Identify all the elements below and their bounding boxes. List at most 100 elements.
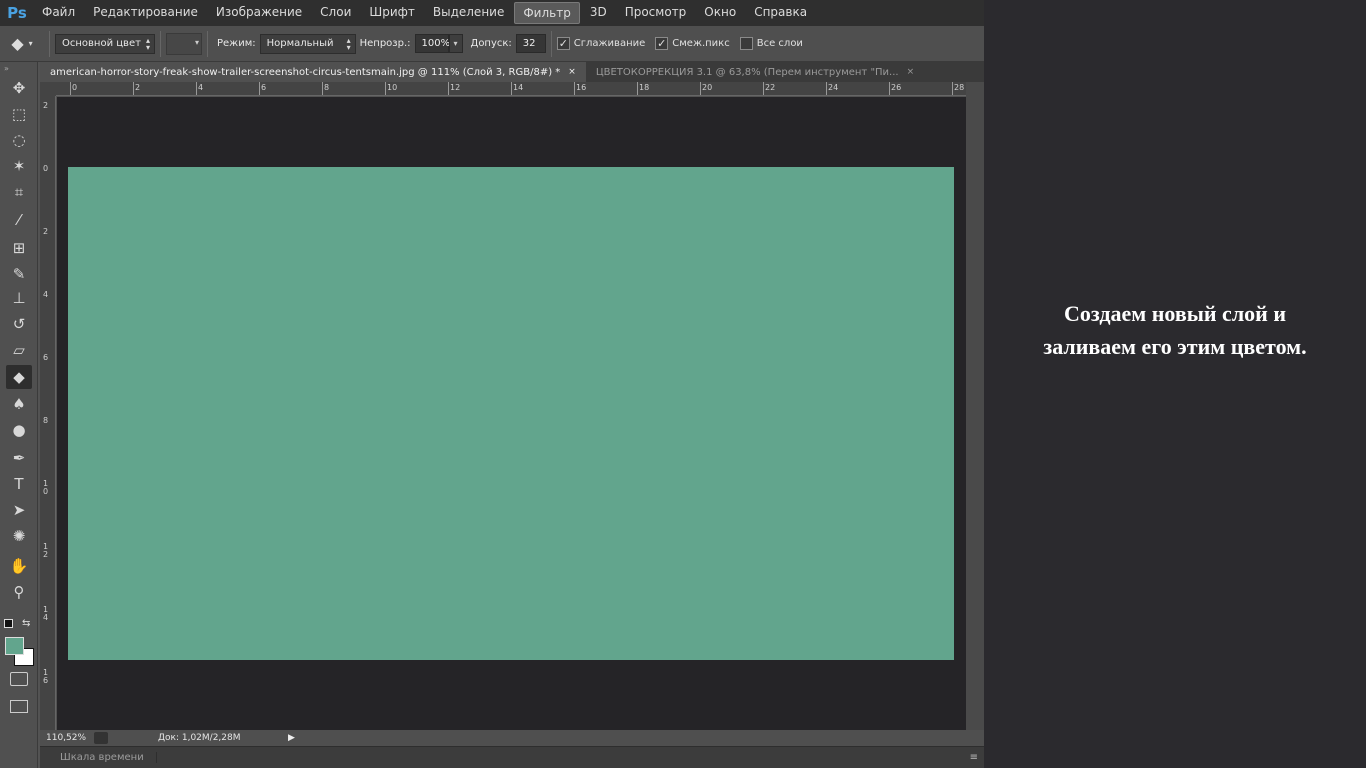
panel-menu-icon[interactable]: ≡: [970, 752, 978, 763]
dropdown-arrows-icon: ▴ ▾: [145, 35, 150, 52]
ruler-tick: [826, 82, 827, 95]
caption-panel: Создаем новый слой и заливаем его этим ц…: [984, 0, 1366, 768]
path-selection-tool-icon[interactable]: ➤: [6, 498, 32, 522]
status-menu-arrow-icon[interactable]: ▶: [288, 733, 295, 743]
all-layers-label: Все слои: [756, 38, 803, 49]
close-tab-icon[interactable]: ×: [907, 67, 915, 77]
horizontal-ruler[interactable]: 0 2 4 6 8 10 12 14 16 18 20 22 24 26 28: [56, 82, 966, 96]
ruler-tick-label: 2: [43, 101, 49, 110]
ruler-tick: [448, 82, 449, 95]
marquee-tool-icon[interactable]: ⬚: [6, 102, 32, 126]
ruler-tick-label: 0: [43, 164, 49, 173]
chevron-down-icon: ▾: [194, 37, 199, 47]
blur-tool-icon[interactable]: ♠: [6, 392, 32, 416]
zoom-level[interactable]: 110,52%: [40, 733, 90, 743]
vertical-ruler[interactable]: 2 0 2 4 6 8 10 12 14 16: [40, 96, 56, 730]
eyedropper-tool-icon[interactable]: ⁄: [6, 208, 32, 232]
screen-mode-icon[interactable]: [10, 700, 28, 713]
dropdown-arrows-icon: ▴ ▾: [346, 35, 351, 52]
menu-item[interactable]: Слои: [312, 2, 359, 24]
screen: Ps Файл Редактирование Изображение Слои Шриф…: [0, 0, 1366, 768]
status-export-icon[interactable]: [94, 732, 108, 744]
tools-panel: » ✥ ⬚ ◌ ✶ ⌗ ⁄ ⊞ ✎ ⊥ ↺ ▱ ◆ ♠ ● ✒ T ➤ ✺ ✋ ⚲ ⇆: [0, 62, 38, 768]
crop-tool-icon[interactable]: ⌗: [6, 180, 32, 204]
timeline-tab[interactable]: Шкала времени: [40, 752, 157, 763]
vertical-scrollbar[interactable]: [966, 82, 984, 730]
status-bar: 110,52% Док: 1,02M/2,28M ▶: [40, 730, 984, 746]
toolbar-collapse-icon[interactable]: »: [4, 64, 9, 73]
all-layers-option[interactable]: Все слои: [739, 37, 803, 50]
magic-wand-tool-icon[interactable]: ✶: [6, 154, 32, 178]
opacity-slider-toggle[interactable]: ▾: [448, 34, 463, 53]
custom-shape-tool-icon[interactable]: ✺: [6, 524, 32, 548]
antialias-checkbox[interactable]: ✓: [556, 37, 570, 50]
opacity-label: Непрозр.:: [359, 38, 411, 49]
mode-label: Режим:: [217, 38, 256, 49]
ruler-corner: [40, 82, 56, 96]
menu-item[interactable]: Фильтр: [514, 2, 580, 24]
menu-item[interactable]: Выделение: [425, 2, 512, 24]
pattern-picker[interactable]: ▾: [166, 32, 202, 55]
menu-item[interactable]: Изображение: [208, 2, 310, 24]
ruler-tick-label: 2: [135, 83, 141, 92]
brush-tool-icon[interactable]: ✎: [6, 262, 32, 286]
options-separator: [160, 30, 161, 57]
document-tab[interactable]: ЦВЕТОКОРРЕКЦИЯ 3.1 @ 63,8% (Перем инстру…: [586, 62, 924, 82]
menu-item[interactable]: Окно: [696, 2, 744, 24]
ruler-tick: [133, 82, 134, 95]
tool-options-bar: ◆ ▾ Основной цвет ▴ ▾ ▾ Режим: Нормальный …: [0, 26, 984, 62]
tolerance-value: 32: [522, 38, 536, 49]
document-canvas[interactable]: [68, 167, 954, 660]
fill-source-value: Основной цвет: [62, 38, 141, 49]
eraser-tool-icon[interactable]: ▱: [6, 338, 32, 362]
healing-brush-tool-icon[interactable]: ⊞: [6, 236, 32, 260]
history-brush-tool-icon[interactable]: ↺: [6, 312, 32, 336]
opacity-field[interactable]: 100%: [414, 34, 450, 53]
menu-item[interactable]: Шрифт: [361, 2, 423, 24]
contiguous-option[interactable]: ✓ Смеж.пикс: [655, 37, 730, 50]
paint-bucket-tool-icon[interactable]: ◆: [6, 365, 32, 389]
foreground-color-swatch[interactable]: [5, 637, 24, 655]
menu-item[interactable]: Файл: [34, 2, 83, 24]
close-tab-icon[interactable]: ×: [568, 67, 576, 77]
caption-text: Создаем новый слой и заливаем его этим ц…: [995, 297, 1355, 363]
paint-bucket-preset-icon[interactable]: ◆ ▾: [0, 34, 44, 53]
canvas-area[interactable]: [57, 97, 966, 730]
ruler-tick-label: 20: [702, 83, 713, 92]
tolerance-field[interactable]: 32: [515, 34, 546, 53]
ruler-tick-label: 10: [43, 479, 49, 496]
dodge-tool-icon[interactable]: ●: [6, 418, 32, 442]
pen-tool-icon[interactable]: ✒: [6, 446, 32, 470]
ruler-tick: [574, 82, 575, 95]
type-tool-icon[interactable]: T: [6, 472, 32, 496]
ruler-tick-label: 10: [387, 83, 398, 92]
all-layers-checkbox[interactable]: [739, 37, 753, 50]
ruler-tick-label: 26: [891, 83, 902, 92]
antialias-option[interactable]: ✓ Сглаживание: [556, 37, 645, 50]
tolerance-label: Допуск:: [470, 38, 512, 49]
menu-item[interactable]: Справка: [746, 2, 815, 24]
quick-mask-icon[interactable]: [10, 672, 28, 686]
ruler-tick-label: 22: [765, 83, 776, 92]
menu-item[interactable]: Просмотр: [617, 2, 695, 24]
lasso-tool-icon[interactable]: ◌: [6, 128, 32, 152]
options-separator: [49, 30, 50, 57]
menu-item[interactable]: Редактирование: [85, 2, 206, 24]
swap-colors-icon[interactable]: ⇆: [22, 618, 30, 629]
move-tool-icon[interactable]: ✥: [6, 76, 32, 100]
default-colors-icon[interactable]: [4, 619, 13, 628]
ruler-tick: [889, 82, 890, 95]
menu-item[interactable]: 3D: [582, 2, 615, 24]
contiguous-label: Смеж.пикс: [672, 38, 730, 49]
hand-tool-icon[interactable]: ✋: [6, 554, 32, 578]
document-tab[interactable]: american-horror-story-freak-show-trailer…: [40, 62, 586, 82]
zoom-tool-icon[interactable]: ⚲: [6, 580, 32, 604]
fill-source-dropdown[interactable]: Основной цвет ▴ ▾: [55, 33, 155, 54]
ruler-tick-label: 6: [261, 83, 267, 92]
contiguous-checkbox[interactable]: ✓: [655, 37, 669, 50]
photoshop-window: Ps Файл Редактирование Изображение Слои Шриф…: [0, 0, 984, 768]
mode-dropdown[interactable]: Нормальный ▴ ▾: [259, 33, 356, 54]
menu-bar: Ps Файл Редактирование Изображение Слои Шриф…: [0, 0, 984, 26]
clone-stamp-tool-icon[interactable]: ⊥: [6, 286, 32, 310]
photoshop-logo: Ps: [7, 4, 27, 22]
